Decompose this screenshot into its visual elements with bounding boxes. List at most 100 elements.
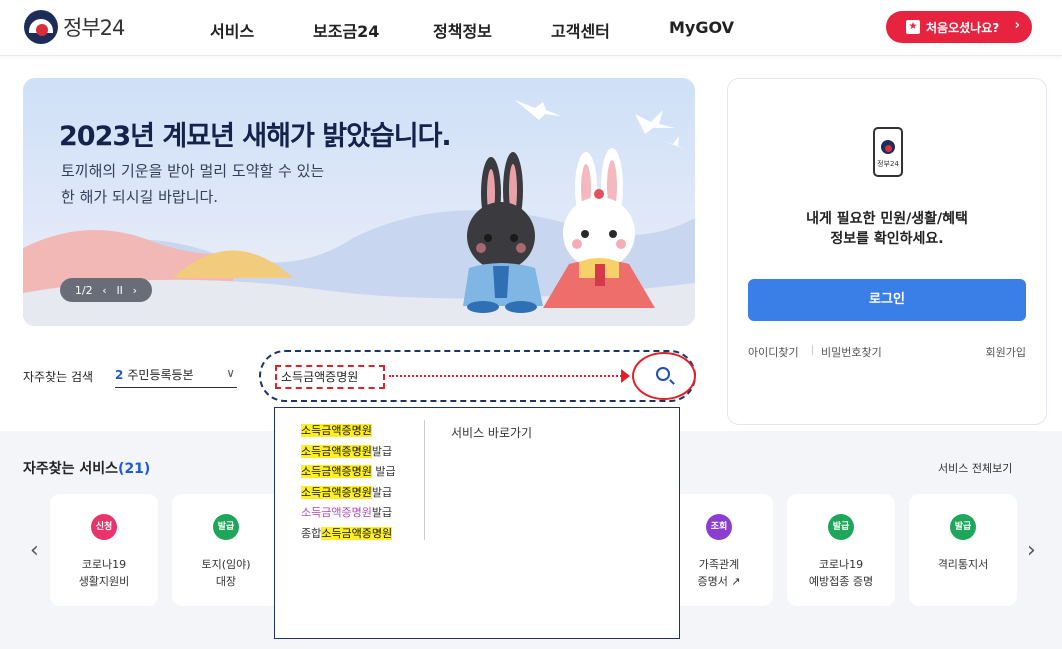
main-banner[interactable]: 2023년 계묘년 새해가 밝았습니다. 토끼해의 기운을 받아 멀리 도약할 … [23, 78, 695, 326]
rabbit-eye [510, 234, 518, 242]
service-name-line-2: 예방접종 증명 [808, 575, 874, 588]
autocomplete-item[interactable]: 소득금액증명원 발급 [301, 462, 396, 483]
autocomplete-divider [424, 420, 425, 540]
service-card[interactable]: 발급 토지(임야) 대장 [172, 494, 280, 606]
crane-icon [515, 100, 561, 120]
suggestion-highlight: 소득금액증명원 [301, 485, 372, 499]
find-password-link[interactable]: 비밀번호찾기 [821, 344, 882, 360]
annotation-arrow-head [621, 369, 630, 383]
frequent-services-count: (21) [118, 461, 151, 477]
banner-title: 2023년 계묘년 새해가 밝았습니다. [59, 121, 452, 152]
rabbit-eye [484, 234, 492, 242]
rabbit-cheek [516, 243, 526, 253]
crane-icon [635, 110, 675, 134]
global-header: 정부24 서비스 보조금24 정책정보 고객센터 MyGOV ★ 처음오셨나요?… [0, 0, 1062, 56]
nav-subsidy24[interactable]: 보조금24 [313, 18, 379, 42]
suggestion-prefix: 종합 [301, 526, 322, 540]
crane-icon [661, 136, 687, 150]
rabbit-hanbok-collar [493, 266, 509, 298]
site-logo[interactable]: 정부24 [24, 10, 125, 44]
autocomplete-item[interactable]: 소득금액증명원발급 [301, 503, 396, 524]
find-id-link[interactable]: 아이디찾기 [748, 344, 799, 360]
taegeuk-logo-icon [881, 140, 895, 154]
autocomplete-item[interactable]: 소득금액증명원발급 [301, 483, 396, 504]
login-message-line-2: 정보를 확인하세요. [830, 231, 944, 247]
rabbit-hanbok-ribbon [595, 264, 605, 286]
banner-page-indicator: 1/2 [74, 283, 93, 297]
service-card[interactable]: 조회 가족관계 증명서 ↗ [665, 494, 773, 606]
nav-customer-center[interactable]: 고객센터 [551, 18, 610, 42]
rabbit-shoe [505, 301, 537, 313]
view-all-services-link[interactable]: 서비스 전체보기 [938, 460, 1012, 476]
search-icon [656, 367, 670, 381]
search-autocomplete: 소득금액증명원 소득금액증명원발급 소득금액증명원 발급 소득금액증명원발급 소… [274, 407, 680, 639]
service-badge: 발급 [213, 514, 239, 540]
service-name: 코로나19 생활지원비 [50, 556, 158, 590]
service-name: 토지(임야) 대장 [172, 556, 280, 590]
banner-pause-icon[interactable]: II [116, 284, 123, 297]
service-name: 가족관계 증명서 ↗ [665, 556, 773, 590]
service-card[interactable]: 발급 격리통지서 [909, 494, 1017, 606]
banner-pager: 1/2 ‹ II › [60, 278, 152, 302]
service-name: 격리통지서 [909, 556, 1017, 573]
service-card[interactable]: 신청 코로나19 생활지원비 [50, 494, 158, 606]
signup-link[interactable]: 회원가입 [986, 344, 1026, 360]
service-name-line-1: 코로나19 [818, 558, 864, 571]
banner-subtitle: 토끼해의 기운을 받아 멀리 도약할 수 있는 한 해가 되시길 바랍니다. [61, 158, 324, 210]
link-divider [812, 345, 813, 355]
banner-prev-icon[interactable]: ‹ [102, 284, 106, 297]
suggestion-suffix: 발급 [371, 485, 393, 499]
rabbit-hair-ornament [594, 189, 604, 199]
login-button[interactable]: 로그인 [748, 279, 1026, 321]
service-name-line-1: 가족관계 [698, 558, 740, 571]
nav-services[interactable]: 서비스 [210, 18, 254, 42]
suggestion-suffix: 발급 [371, 465, 396, 478]
chevron-down-icon: ∨ [226, 366, 235, 380]
mobile-phone-icon: 정부24 [873, 127, 903, 177]
autocomplete-item[interactable]: 종합소득금액증명원 [301, 524, 396, 545]
service-card[interactable]: 발급 코로나19 예방접종 증명 [787, 494, 895, 606]
rabbit-cheek [616, 239, 626, 249]
suggestion-suffix: 발급 [371, 506, 393, 519]
nav-mygov[interactable]: MyGOV [669, 18, 734, 37]
banner-subtitle-line-2: 한 해가 되시길 바랍니다. [61, 188, 219, 206]
login-message: 내게 필요한 민원/생활/혜택 정보를 확인하세요. [728, 209, 1046, 249]
service-name-line-1: 토지(임야) [201, 558, 251, 571]
nav-policy-info[interactable]: 정책정보 [433, 18, 492, 42]
first-visit-button[interactable]: ★ 처음오셨나요? › [886, 11, 1032, 43]
service-shortcut-heading: 서비스 바로가기 [451, 426, 533, 440]
service-name-line-2: 생활지원비 [78, 575, 130, 588]
banner-subtitle-line-1: 토끼해의 기운을 받아 멀리 도약할 수 있는 [61, 162, 325, 180]
service-badge: 발급 [950, 514, 976, 540]
autocomplete-item[interactable]: 소득금액증명원 [301, 421, 396, 442]
service-name: 코로나19 예방접종 증명 [787, 556, 895, 590]
search-input[interactable]: 소득금액증명원 [275, 365, 385, 389]
frequent-search-value: 주민등록등본 [127, 368, 194, 382]
search-button[interactable] [632, 352, 696, 400]
frequent-search-select[interactable]: 2 주민등록등본 ∨ [115, 366, 237, 388]
logo-text: 정부24 [63, 16, 125, 40]
frequent-services-title-text: 자주찾는 서비스 [23, 461, 119, 477]
frequent-services-title: 자주찾는 서비스(21) [23, 458, 150, 478]
suggestion-highlight: 소득금액증명원 [321, 526, 393, 540]
service-name-line-1: 격리통지서 [937, 558, 989, 571]
banner-next-icon[interactable]: › [133, 284, 137, 297]
carousel-next-icon[interactable]: › [1027, 538, 1036, 563]
service-badge: 발급 [828, 514, 854, 540]
rabbit-cheek [572, 239, 582, 249]
suggestion-highlight: 소득금액증명원 [301, 465, 372, 478]
service-name-line-1: 코로나19 [81, 558, 127, 571]
service-badge: 조회 [706, 514, 732, 540]
carousel-prev-icon[interactable]: ‹ [30, 538, 39, 563]
phone-app-label: 정부24 [877, 160, 899, 168]
rabbit-head [467, 202, 535, 270]
autocomplete-item[interactable]: 소득금액증명원발급 [301, 442, 396, 463]
taegeuk-logo-icon [24, 10, 58, 44]
suggestion-highlight: 소득금액증명원 [301, 424, 372, 437]
annotation-arrow-line [389, 375, 625, 377]
suggestion-highlight: 소득금액증명원 [301, 506, 372, 519]
login-card: 정부24 내게 필요한 민원/생활/혜택 정보를 확인하세요. 로그인 아이디찾… [727, 78, 1047, 425]
suggestion-highlight: 소득금액증명원 [301, 444, 372, 458]
bookmark-star-icon: ★ [906, 20, 920, 34]
rabbit-eye [609, 230, 617, 238]
